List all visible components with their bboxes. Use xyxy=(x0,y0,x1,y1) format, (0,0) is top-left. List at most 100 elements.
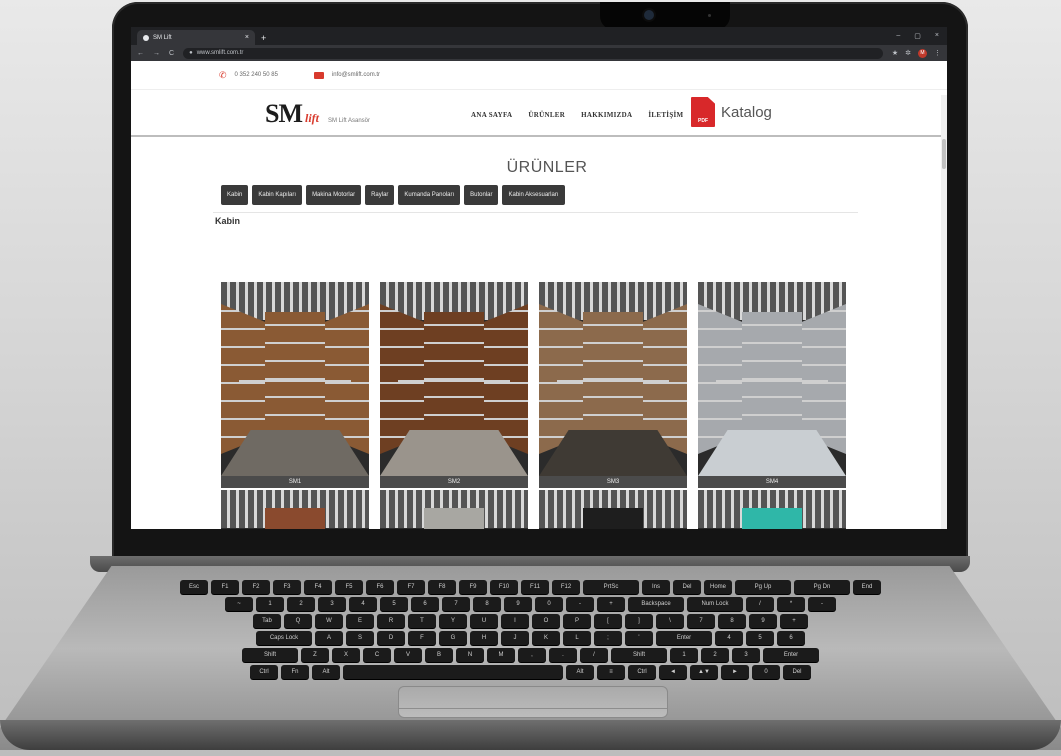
close-tab-icon[interactable]: × xyxy=(245,34,249,41)
email-address[interactable]: info@smlift.com.tr xyxy=(332,72,380,78)
tab-title: SM Lift xyxy=(153,34,172,41)
keyboard-key: F12 xyxy=(552,580,580,594)
keyboard-key: U xyxy=(470,614,498,628)
keyboard-key: F1 xyxy=(211,580,239,594)
product-card[interactable] xyxy=(539,490,687,529)
product-card[interactable]: SM3 xyxy=(539,282,687,488)
product-image xyxy=(380,490,528,529)
product-card[interactable]: SM2 xyxy=(380,282,528,488)
pdf-badge: PDF xyxy=(698,118,708,124)
product-card[interactable] xyxy=(221,490,369,529)
keyboard-key: / xyxy=(746,597,774,611)
site-info-icon[interactable]: ● xyxy=(189,50,193,56)
nav-ana-sayfa[interactable]: ANA SAYFA xyxy=(471,111,512,119)
toolbar-actions: ★ ✲ M ⋮ xyxy=(892,48,941,58)
category-kumanda-panolari[interactable]: Kumanda Panoları xyxy=(398,185,461,205)
browser-menu-icon[interactable]: ⋮ xyxy=(934,49,941,57)
keyboard-key xyxy=(343,665,563,679)
category-butonlar[interactable]: Butonlar xyxy=(464,185,499,205)
browser-toolbar: ← → C ● www.smlift.com.tr ★ ✲ M ⋮ xyxy=(131,45,947,61)
cabin-wall-back xyxy=(742,508,802,529)
profile-avatar[interactable]: M xyxy=(918,48,927,58)
main-nav: ANA SAYFA ÜRÜNLER HAKKIMIZDA İLETİŞİM xyxy=(471,111,683,119)
keyboard-key: ' xyxy=(625,631,653,645)
keyboard-key: , xyxy=(518,648,546,662)
keyboard-key: V xyxy=(394,648,422,662)
keyboard-key: Num Lock xyxy=(687,597,743,611)
keyboard-key: ▲▼ xyxy=(690,665,718,679)
keyboard-key: 8 xyxy=(718,614,746,628)
keyboard-row: Shift Z X C V B N M,. / Shift 1 2 3 Enter xyxy=(100,648,961,662)
keyboard-key: B xyxy=(425,648,453,662)
site-logo[interactable]: SM lift SM Lift Asansör xyxy=(265,99,370,129)
keyboard-key: 9 xyxy=(749,614,777,628)
keyboard-key: ~ xyxy=(225,597,253,611)
category-makina-motorlar[interactable]: Makina Motorlar xyxy=(306,185,362,205)
keyboard-key: 8 xyxy=(473,597,501,611)
keyboard-key: F7 xyxy=(397,580,425,594)
nav-urunler[interactable]: ÜRÜNLER xyxy=(528,111,565,119)
bookmark-star-icon[interactable]: ★ xyxy=(892,49,898,57)
category-raylar[interactable]: Raylar xyxy=(365,185,395,205)
keyboard-key: W xyxy=(315,614,343,628)
nav-iletisim[interactable]: İLETİŞİM xyxy=(648,111,683,119)
keyboard-key: L xyxy=(563,631,591,645)
keyboard-key: ► xyxy=(721,665,749,679)
keyboard-key: Caps Lock xyxy=(256,631,312,645)
cabin-handrail xyxy=(397,380,511,382)
keyboard-key: . xyxy=(549,648,577,662)
category-kabin-aksesuarlari[interactable]: Kabin Aksesuarları xyxy=(502,185,565,205)
minimize-button[interactable]: – xyxy=(896,32,900,40)
divider xyxy=(213,212,858,213)
logo-subtitle: SM Lift Asansör xyxy=(328,118,371,124)
product-card[interactable] xyxy=(380,490,528,529)
cabin-wall-back xyxy=(583,312,643,432)
keyboard-key: Ctrl xyxy=(250,665,278,679)
keyboard-key: Pg Up xyxy=(735,580,791,594)
product-card[interactable]: SM1 xyxy=(221,282,369,488)
keyboard-key: 0 xyxy=(752,665,780,679)
keyboard-key: Del xyxy=(783,665,811,679)
reload-button[interactable]: C xyxy=(169,50,174,57)
keyboard-key: R xyxy=(377,614,405,628)
scrollbar[interactable] xyxy=(941,95,947,529)
keyboard-key: Alt xyxy=(566,665,594,679)
keyboard-key: E xyxy=(346,614,374,628)
keyboard-key: 1 xyxy=(256,597,284,611)
nav-hakkimizda[interactable]: HAKKIMIZDA xyxy=(581,111,632,119)
address-bar[interactable]: ● www.smlift.com.tr xyxy=(183,47,883,59)
keyboard-key: 9 xyxy=(504,597,532,611)
phone-number: 0 352 240 50 85 xyxy=(234,72,278,78)
category-kabin-kapilari[interactable]: Kabin Kapıları xyxy=(252,185,303,205)
browser-tab[interactable]: SM Lift × xyxy=(137,30,255,45)
phone-icon: ✆ xyxy=(219,69,227,80)
keyboard-key: F11 xyxy=(521,580,549,594)
keyboard-key: Home xyxy=(704,580,732,594)
laptop-screen: SM Lift × + – ▢ × ← → C ● www.smlift.com… xyxy=(131,27,947,529)
keyboard-key: Enter xyxy=(656,631,712,645)
category-kabin[interactable]: Kabin xyxy=(221,185,249,205)
keyboard-row: Ctrl Fn Alt Alt ≡ Ctrl ◄ ▲▼ ► 0 Del xyxy=(100,665,961,679)
scrollbar-thumb[interactable] xyxy=(942,139,946,169)
maximize-button[interactable]: ▢ xyxy=(914,32,921,40)
product-caption: SM1 xyxy=(221,476,369,488)
keyboard-key: J xyxy=(501,631,529,645)
product-caption: SM2 xyxy=(380,476,528,488)
keyboard-key: - xyxy=(566,597,594,611)
back-button[interactable]: ← xyxy=(137,50,144,57)
camera-icon xyxy=(644,10,654,20)
contact-email[interactable]: info@smlift.com.tr xyxy=(313,71,380,79)
extensions-icon[interactable]: ✲ xyxy=(905,49,911,57)
keyboard-key: ] xyxy=(625,614,653,628)
close-window-button[interactable]: × xyxy=(935,32,939,40)
keyboard-key: + xyxy=(780,614,808,628)
keyboard-key: 4 xyxy=(349,597,377,611)
product-card[interactable]: SM4 xyxy=(698,282,846,488)
product-card[interactable] xyxy=(698,490,846,529)
keyboard-key: Shift xyxy=(611,648,667,662)
new-tab-button[interactable]: + xyxy=(261,33,266,43)
forward-button[interactable]: → xyxy=(153,50,160,57)
web-page: ✆ 0 352 240 50 85 info@smlift.com.tr SM … xyxy=(131,61,947,529)
cabin-wall-back xyxy=(742,312,802,432)
katalog-link[interactable]: PDF Katalog xyxy=(691,97,772,127)
